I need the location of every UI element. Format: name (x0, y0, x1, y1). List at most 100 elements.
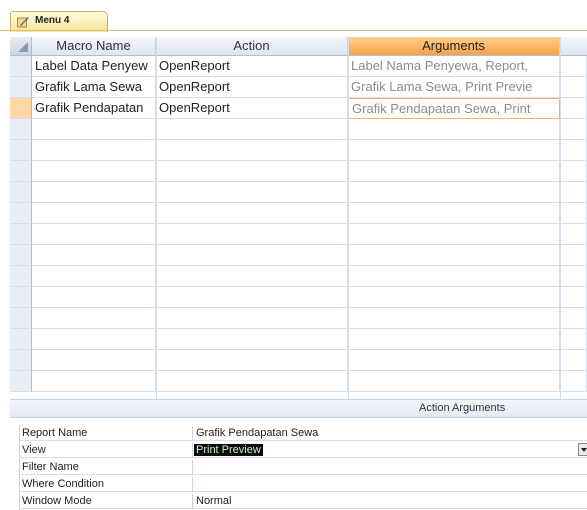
action-cell[interactable] (156, 266, 348, 287)
arguments-cell[interactable] (348, 140, 560, 161)
row-selector[interactable] (10, 371, 32, 392)
macro-name-cell[interactable] (32, 350, 156, 371)
row-selector[interactable] (10, 245, 32, 266)
comment-cell[interactable] (560, 329, 587, 350)
action-cell[interactable]: OpenReport (156, 77, 348, 98)
arguments-cell[interactable] (348, 182, 560, 203)
action-cell[interactable] (156, 203, 348, 224)
arguments-cell[interactable]: Label Nama Penyewa, Report, (348, 56, 560, 77)
row-selector[interactable] (10, 308, 32, 329)
table-row[interactable] (10, 308, 587, 329)
select-all-corner[interactable] (10, 37, 32, 56)
macro-name-cell[interactable] (32, 119, 156, 140)
comment-cell[interactable] (560, 308, 587, 329)
comment-cell[interactable] (560, 140, 587, 161)
report-name-field[interactable]: Grafik Pendapatan Sewa (196, 427, 318, 439)
comment-cell[interactable] (560, 77, 587, 98)
row-selector[interactable] (10, 77, 32, 98)
macro-name-cell[interactable] (32, 203, 156, 224)
comment-cell[interactable] (560, 287, 587, 308)
arguments-cell[interactable] (348, 161, 560, 182)
arguments-cell[interactable] (348, 224, 560, 245)
property-filter-name[interactable]: Filter Name (19, 460, 587, 475)
table-row[interactable]: Grafik Lama Sewa OpenReport Grafik Lama Se… (10, 77, 587, 98)
macro-name-cell[interactable]: Grafik Pendapatan (32, 98, 156, 119)
macro-name-cell[interactable] (32, 266, 156, 287)
column-header-action[interactable]: Action (156, 37, 348, 56)
arguments-cell[interactable] (348, 245, 560, 266)
comment-cell[interactable] (560, 119, 587, 140)
row-selector[interactable] (10, 56, 32, 77)
action-cell[interactable] (156, 371, 348, 392)
column-header-comment[interactable] (560, 37, 587, 56)
table-row[interactable] (10, 203, 587, 224)
row-selector[interactable] (10, 329, 32, 350)
window-mode-field[interactable]: Normal (196, 495, 231, 507)
arguments-cell[interactable]: Grafik Lama Sewa, Print Previe (348, 77, 560, 98)
action-cell[interactable]: OpenReport (156, 56, 348, 77)
action-cell[interactable] (156, 329, 348, 350)
property-report-name[interactable]: Report Name Grafik Pendapatan Sewa (19, 426, 587, 441)
table-row[interactable] (10, 371, 587, 392)
arguments-cell[interactable] (348, 203, 560, 224)
arguments-cell[interactable]: Grafik Pendapatan Sewa, Print (348, 98, 560, 119)
row-selector[interactable] (10, 350, 32, 371)
comment-cell[interactable] (560, 224, 587, 245)
comment-cell[interactable] (560, 350, 587, 371)
property-where-condition[interactable]: Where Condition (19, 477, 587, 492)
action-cell[interactable] (156, 245, 348, 266)
arguments-cell[interactable] (348, 308, 560, 329)
macro-name-cell[interactable] (32, 182, 156, 203)
tab-menu-4[interactable]: Menu 4 (10, 11, 108, 32)
action-cell[interactable] (156, 182, 348, 203)
row-selector[interactable] (10, 140, 32, 161)
macro-name-cell[interactable] (32, 329, 156, 350)
arguments-cell[interactable] (348, 266, 560, 287)
arguments-cell[interactable] (348, 287, 560, 308)
table-row[interactable] (10, 287, 587, 308)
table-row[interactable] (10, 329, 587, 350)
property-view[interactable]: View Print Preview (19, 443, 587, 458)
arguments-cell[interactable] (348, 371, 560, 392)
table-row[interactable] (10, 266, 587, 287)
row-selector[interactable] (10, 182, 32, 203)
property-window-mode[interactable]: Window Mode Normal (19, 494, 587, 509)
comment-cell[interactable] (560, 266, 587, 287)
action-cell[interactable] (156, 287, 348, 308)
macro-name-cell[interactable] (32, 140, 156, 161)
comment-cell[interactable] (560, 56, 587, 77)
row-selector[interactable] (10, 203, 32, 224)
comment-cell[interactable] (560, 182, 587, 203)
action-cell[interactable] (156, 161, 348, 182)
table-row[interactable]: Label Data Penyew OpenReport Label Nama Pe… (10, 56, 587, 77)
row-selector[interactable] (10, 287, 32, 308)
table-row[interactable] (10, 161, 587, 182)
macro-name-cell[interactable] (32, 308, 156, 329)
comment-cell[interactable] (560, 161, 587, 182)
row-selector[interactable] (10, 266, 32, 287)
table-row[interactable] (10, 245, 587, 266)
action-cell[interactable] (156, 119, 348, 140)
table-row[interactable] (10, 140, 587, 161)
table-row[interactable] (10, 350, 587, 371)
table-row[interactable]: Grafik Pendapatan OpenReport Grafik Pendap… (10, 98, 587, 119)
comment-cell[interactable] (560, 371, 587, 392)
row-selector[interactable] (10, 224, 32, 245)
macro-name-cell[interactable] (32, 161, 156, 182)
arguments-cell[interactable] (348, 329, 560, 350)
macro-name-cell[interactable]: Label Data Penyew (32, 56, 156, 77)
action-cell[interactable] (156, 224, 348, 245)
table-row[interactable] (10, 182, 587, 203)
macro-name-cell[interactable] (32, 224, 156, 245)
macro-name-cell[interactable] (32, 245, 156, 266)
table-row[interactable] (10, 224, 587, 245)
action-cell[interactable] (156, 308, 348, 329)
view-select[interactable]: Print Preview (194, 444, 263, 456)
comment-cell[interactable] (560, 98, 587, 119)
table-row[interactable] (10, 119, 587, 140)
row-selector[interactable] (10, 161, 32, 182)
column-header-arguments[interactable]: Arguments (348, 37, 560, 56)
macro-name-cell[interactable] (32, 287, 156, 308)
macro-name-cell[interactable]: Grafik Lama Sewa (32, 77, 156, 98)
action-cell[interactable] (156, 140, 348, 161)
